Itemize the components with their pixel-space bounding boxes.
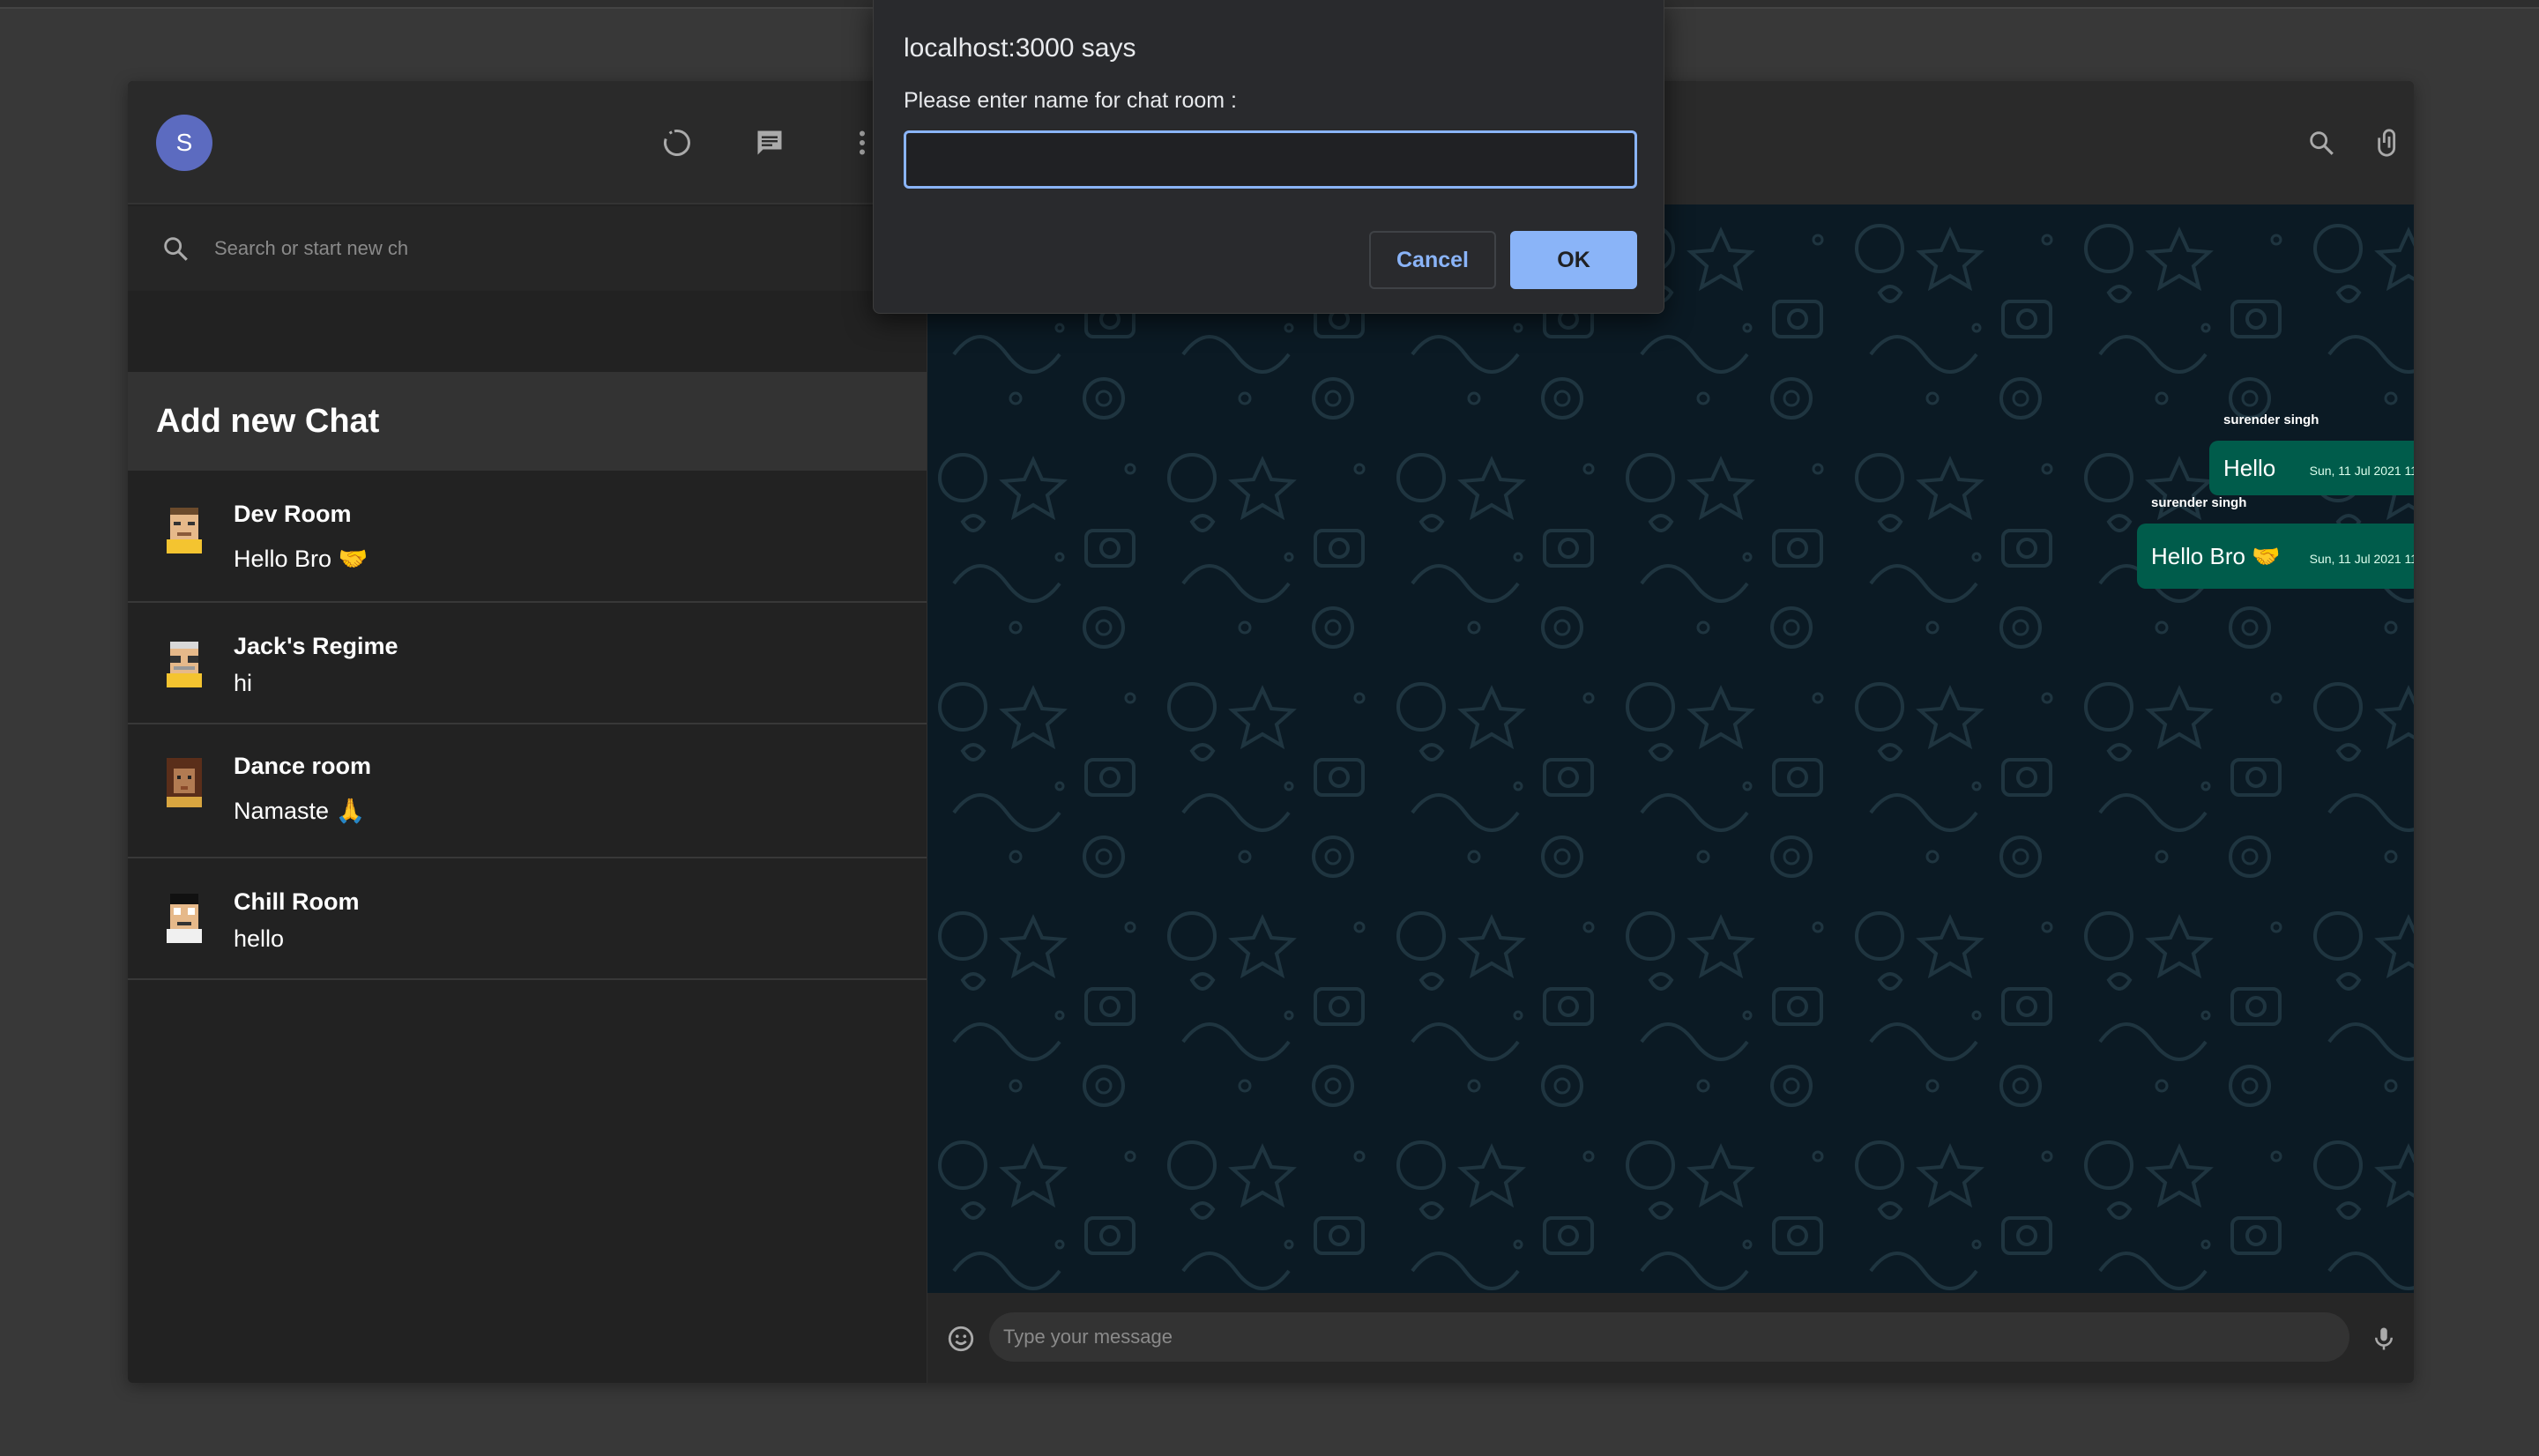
mic-icon[interactable] <box>2363 1318 2405 1360</box>
chat-avatar <box>156 501 212 557</box>
chat-wallpaper: surender singh Hello Sun, 11 Jul 2021 11… <box>927 204 2414 1293</box>
chat-last-message: hello <box>234 925 285 952</box>
chat-name: Jack's Regime <box>234 633 398 659</box>
prompt-dialog: localhost:3000 says Please enter name fo… <box>873 0 1664 314</box>
search-icon[interactable] <box>2299 121 2343 165</box>
new-chat-icon[interactable] <box>748 121 792 165</box>
chat-last-message: hi <box>234 670 253 696</box>
cancel-button[interactable]: Cancel <box>1369 231 1496 289</box>
message-sender: surender singh <box>2223 412 2319 427</box>
chat-list: Dev Room Hello Bro 🤝 Jack's Regime hi Da… <box>128 471 927 980</box>
search-input[interactable] <box>214 231 532 266</box>
add-new-chat-button[interactable]: Add new Chat <box>128 372 927 471</box>
sidebar-header: S <box>128 81 927 204</box>
search-bar <box>128 206 927 291</box>
user-avatar[interactable]: S <box>156 115 212 171</box>
message-time: Sun, 11 Jul 2021 11:26:17 GMT <box>2309 464 2414 478</box>
emoji-icon[interactable] <box>940 1318 982 1360</box>
message-bubble: surender singh Hello Sun, 11 Jul 2021 11… <box>2209 412 2414 495</box>
chat-last-message: Hello Bro 🤝 <box>234 546 369 572</box>
message-input[interactable] <box>989 1312 2349 1362</box>
chat-avatar <box>156 754 212 811</box>
dialog-message: Please enter name for chat room : <box>904 88 1237 113</box>
status-icon[interactable] <box>655 121 699 165</box>
search-icon <box>154 227 197 270</box>
chat-avatar <box>156 890 212 947</box>
message-time: Sun, 11 Jul 2021 11:31:00 GMT <box>2309 552 2414 566</box>
chat-item-dance-room[interactable]: Dance room Namaste 🙏 <box>128 724 927 858</box>
message-text: Hello <box>2223 455 2276 481</box>
chat-avatar <box>156 635 212 691</box>
message-composer <box>927 1293 2414 1383</box>
message-text: Hello Bro 🤝 <box>2151 543 2281 569</box>
chat-item-jacks-regime[interactable]: Jack's Regime hi <box>128 603 927 724</box>
room-name-input[interactable] <box>904 130 1637 189</box>
sidebar: S Add new Chat <box>128 81 927 1383</box>
chat-last-message: Namaste 🙏 <box>234 798 366 824</box>
chat-name: Dev Room <box>234 501 352 527</box>
message-bubble: surender singh Hello Bro 🤝 Sun, 11 Jul 2… <box>2137 495 2414 589</box>
dialog-title: localhost:3000 says <box>904 33 1136 63</box>
doodle-pattern <box>927 204 2414 1293</box>
ok-button[interactable]: OK <box>1510 231 1637 289</box>
attach-icon[interactable] <box>2367 121 2411 165</box>
chat-name: Dance room <box>234 753 372 779</box>
chat-item-dev-room[interactable]: Dev Room Hello Bro 🤝 <box>128 471 927 603</box>
chat-item-chill-room[interactable]: Chill Room hello <box>128 858 927 980</box>
chat-name: Chill Room <box>234 888 360 915</box>
message-sender: surender singh <box>2151 495 2247 510</box>
